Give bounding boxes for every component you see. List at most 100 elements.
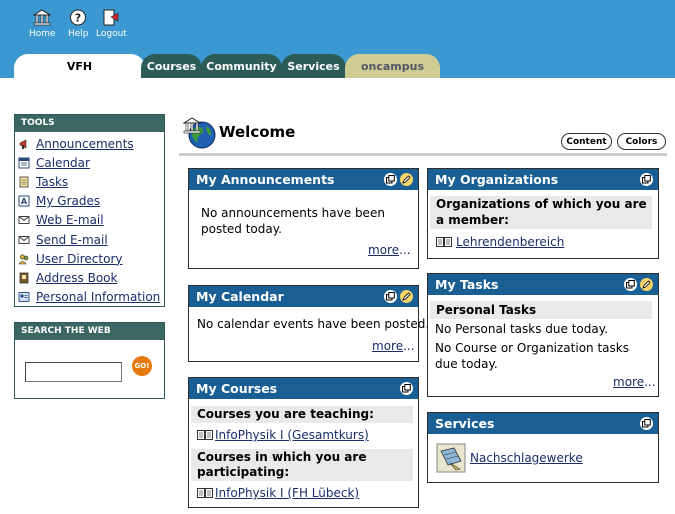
announcements-empty-text: No announcements have been posted today.	[201, 206, 385, 236]
my-courses-module: My Courses Courses you are teaching: Inf…	[188, 377, 419, 508]
help-icon: ?	[70, 9, 87, 26]
send-email-icon	[18, 235, 30, 244]
tasks-edit-button[interactable]	[640, 278, 653, 291]
go-button[interactable]: GO!	[132, 356, 152, 376]
grades-icon: A	[18, 195, 30, 207]
my-organizations-header: My Organizations	[428, 169, 658, 190]
content-button-label: Content	[566, 136, 607, 147]
pencil-icon	[402, 292, 411, 301]
course-tasks-text: No Course or Organization tasks due toda…	[435, 341, 629, 371]
search-web-input[interactable]	[25, 362, 122, 382]
tab-services[interactable]: Services	[281, 54, 346, 78]
calendar-more-link[interactable]: more...	[372, 339, 415, 353]
window-icon	[626, 280, 635, 289]
services-module: Services Nachschlagewerke	[427, 412, 659, 483]
tasks-more-link[interactable]: more...	[613, 375, 656, 389]
tool-address-book-label: Address Book	[36, 270, 118, 285]
announcements-more-link[interactable]: more...	[368, 243, 411, 257]
personal-tasks-heading: Personal Tasks	[430, 301, 652, 319]
my-tasks-title: My Tasks	[435, 277, 499, 292]
logout-icon	[103, 9, 119, 26]
content-button[interactable]: Content	[561, 133, 612, 150]
pencil-icon	[402, 175, 411, 184]
tool-web-email[interactable]: Web E-mail	[15, 211, 164, 230]
tool-announcements[interactable]: Announcements	[15, 134, 164, 153]
tasks-more-label: more	[613, 375, 645, 389]
search-panel: SEARCH THE WEB GO!	[14, 322, 165, 399]
tool-personal-information[interactable]: Personal Information	[15, 288, 164, 307]
organization-link-lehrendenbereich[interactable]: Lehrendenbereich	[456, 235, 564, 249]
announcements-more-ellipsis: ...	[399, 243, 411, 257]
tab-vfh[interactable]: VFH	[14, 54, 145, 78]
announcements-edit-button[interactable]	[400, 173, 413, 186]
announcements-more-label: more	[368, 243, 400, 257]
tool-announcements-label: Announcements	[36, 136, 134, 151]
my-calendar-module: My Calendar No calendar events have been…	[188, 285, 429, 362]
tab-courses-label: Courses	[146, 59, 197, 73]
go-button-label: GO!	[134, 362, 150, 370]
service-link-row[interactable]: Nachschlagewerke	[436, 443, 583, 473]
tab-vfh-label: VFH	[66, 59, 93, 73]
services-header: Services	[428, 413, 658, 434]
window-icon	[642, 419, 651, 428]
welcome-globe-icon	[183, 117, 216, 149]
logout-button[interactable]: Logout	[96, 9, 127, 39]
service-link-nachschlagewerke[interactable]: Nachschlagewerke	[470, 451, 583, 465]
tool-my-grades-label: My Grades	[36, 194, 101, 209]
course-link-gesamtkurs[interactable]: InfoPhysik I (Gesamtkurs)	[215, 428, 369, 442]
services-title: Services	[435, 416, 495, 431]
tab-community[interactable]: Community	[201, 54, 282, 78]
tool-send-email-label: Send E-mail	[36, 232, 108, 247]
course-link-row[interactable]: InfoPhysik I (FH Lübeck)	[197, 486, 359, 500]
tool-web-email-label: Web E-mail	[36, 213, 104, 228]
pencil-icon	[642, 280, 651, 289]
courses-window-button[interactable]	[400, 382, 413, 395]
colors-button[interactable]: Colors	[617, 133, 666, 150]
course-link-row[interactable]: InfoPhysik I (Gesamtkurs)	[197, 428, 369, 442]
my-tasks-header: My Tasks	[428, 274, 658, 295]
tools-title: TOOLS	[15, 115, 164, 132]
help-button[interactable]: ? Help	[68, 9, 89, 39]
announcements-icon	[19, 139, 27, 149]
services-window-button[interactable]	[640, 417, 653, 430]
course-link-fh-luebeck[interactable]: InfoPhysik I (FH Lübeck)	[215, 486, 359, 500]
user-directory-icon	[18, 254, 29, 265]
svg-text:A: A	[21, 197, 28, 206]
tab-courses[interactable]: Courses	[141, 54, 202, 78]
my-announcements-title: My Announcements	[196, 172, 335, 187]
organization-link-row[interactable]: Lehrendenbereich	[436, 235, 564, 249]
logout-label: Logout	[96, 29, 127, 39]
calendar-icon	[18, 157, 30, 169]
address-book-icon	[19, 272, 29, 284]
my-organizations-title: My Organizations	[435, 172, 559, 187]
tool-personal-information-label: Personal Information	[36, 290, 161, 305]
tools-panel: TOOLS Announcements Calendar Tasks A My …	[14, 114, 165, 307]
my-courses-header: My Courses	[189, 378, 418, 399]
home-label: Home	[29, 29, 56, 39]
announcements-window-button[interactable]	[384, 173, 397, 186]
tool-user-directory[interactable]: User Directory	[15, 249, 164, 268]
window-icon	[386, 175, 395, 184]
tab-oncampus[interactable]: oncampus	[345, 54, 440, 78]
welcome-title: Welcome	[219, 123, 296, 141]
tasks-window-button[interactable]	[624, 278, 637, 291]
tab-services-label: Services	[287, 59, 340, 73]
my-calendar-header: My Calendar	[189, 286, 418, 307]
tool-tasks[interactable]: Tasks	[15, 172, 164, 191]
tool-my-grades[interactable]: A My Grades	[15, 192, 164, 211]
colors-button-label: Colors	[625, 136, 658, 147]
tool-address-book[interactable]: Address Book	[15, 268, 164, 287]
calendar-edit-button[interactable]	[400, 290, 413, 303]
window-icon	[642, 175, 651, 184]
tool-send-email[interactable]: Send E-mail	[15, 230, 164, 249]
home-button[interactable]: Home	[29, 9, 56, 39]
tasks-icon	[19, 176, 29, 188]
welcome-divider	[179, 153, 667, 156]
tool-calendar[interactable]: Calendar	[15, 153, 164, 172]
calendar-more-ellipsis: ...	[403, 339, 415, 353]
tool-user-directory-label: User Directory	[36, 251, 123, 266]
organizations-window-button[interactable]	[640, 173, 653, 186]
personal-info-icon	[18, 292, 30, 303]
courses-participating-heading: Courses in which you are participating:	[191, 449, 413, 481]
calendar-window-button[interactable]	[384, 290, 397, 303]
